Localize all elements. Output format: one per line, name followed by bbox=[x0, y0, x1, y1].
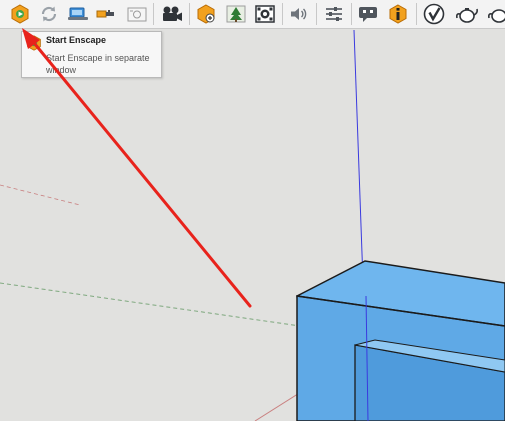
green-axis bbox=[0, 282, 301, 327]
sliders-icon bbox=[323, 4, 345, 24]
sync-icon bbox=[39, 4, 59, 24]
screenshot-button[interactable] bbox=[66, 2, 90, 26]
settings-button[interactable] bbox=[322, 2, 346, 26]
about-button[interactable] bbox=[386, 2, 410, 26]
toolbar-separator bbox=[351, 3, 352, 25]
film-camera-icon bbox=[161, 4, 183, 24]
sound-button[interactable] bbox=[287, 2, 311, 26]
toolbar bbox=[0, 0, 505, 29]
info-icon bbox=[387, 4, 409, 24]
camera-icon bbox=[126, 4, 148, 24]
visual-settings-button[interactable] bbox=[224, 2, 248, 26]
teapot-render-button[interactable] bbox=[455, 2, 479, 26]
panorama-button[interactable] bbox=[253, 2, 277, 26]
teapot-icon bbox=[454, 3, 480, 25]
toolbar-separator bbox=[189, 3, 190, 25]
sync-button[interactable] bbox=[37, 2, 61, 26]
video-editor-button[interactable] bbox=[160, 2, 184, 26]
speaker-icon bbox=[288, 4, 310, 24]
asset-library-icon bbox=[195, 4, 217, 24]
enscape-start-icon bbox=[26, 35, 42, 56]
tooltip-description: Start Enscape in separate window bbox=[46, 53, 150, 75]
teapot-icon bbox=[487, 3, 505, 25]
toolbar-separator bbox=[153, 3, 154, 25]
toolbar-separator bbox=[282, 3, 283, 25]
screenshot-icon bbox=[67, 4, 89, 24]
feedback-icon bbox=[357, 4, 379, 24]
vray-icon bbox=[423, 3, 445, 25]
export-button[interactable] bbox=[94, 2, 118, 26]
red-axis bbox=[0, 184, 81, 206]
tooltip: Start Enscape Start Enscape in separate … bbox=[21, 31, 162, 78]
asset-library-button[interactable] bbox=[194, 2, 218, 26]
tooltip-title: Start Enscape bbox=[46, 35, 107, 45]
enscape-start-icon bbox=[10, 4, 30, 24]
3d-viewport[interactable] bbox=[0, 29, 505, 421]
tree-icon bbox=[225, 4, 247, 24]
export-icon bbox=[95, 4, 117, 24]
feedback-button[interactable] bbox=[356, 2, 380, 26]
render-image-button[interactable] bbox=[125, 2, 149, 26]
teapot-render-button-2[interactable] bbox=[486, 2, 505, 26]
panorama-icon bbox=[254, 4, 276, 24]
toolbar-separator bbox=[316, 3, 317, 25]
start-enscape-button[interactable] bbox=[8, 2, 32, 26]
vray-render-button[interactable] bbox=[422, 2, 446, 26]
toolbar-separator bbox=[416, 3, 417, 25]
